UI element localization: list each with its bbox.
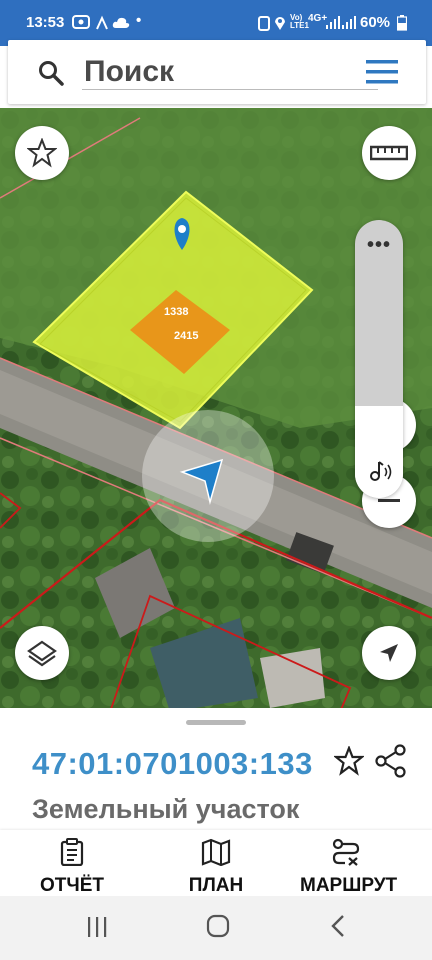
volume-slider[interactable]: •••	[355, 220, 403, 498]
search-icon[interactable]	[38, 60, 64, 91]
cadastral-number: 47:01:0701003:133	[32, 746, 313, 781]
system-nav-bar	[0, 896, 432, 960]
recent-apps-icon[interactable]	[86, 916, 108, 943]
sheet-drag-handle[interactable]	[186, 720, 246, 725]
battery-saver-icon	[258, 15, 270, 35]
plan-label: ПЛАН	[188, 875, 244, 896]
favorites-button[interactable]	[15, 126, 69, 180]
parcel-info-sheet[interactable]: 47:01:0701003:133 Земельный участок	[0, 708, 432, 832]
report-button[interactable]: ОТЧЁТ	[34, 838, 110, 897]
star-outline-icon	[27, 138, 57, 168]
battery-icon	[396, 15, 408, 35]
search-bar: Поиск	[8, 40, 426, 104]
clipboard-icon	[60, 838, 84, 867]
layers-icon	[27, 640, 57, 667]
activity-icon	[94, 15, 110, 35]
ruler-icon	[370, 145, 408, 161]
home-icon[interactable]	[206, 914, 230, 943]
cloud-icon	[112, 15, 130, 33]
map-plan-icon	[201, 838, 231, 867]
battery-percent: 60%	[360, 14, 391, 31]
plan-button[interactable]: ПЛАН	[180, 838, 252, 897]
signal-roaming-icon	[342, 15, 356, 33]
ruler-button[interactable]	[362, 126, 416, 180]
screen-record-icon	[72, 15, 90, 33]
network-type: 4G+	[308, 13, 328, 24]
route-button[interactable]: МАРШРУТ	[300, 838, 398, 897]
app-root: 13:53 • Vo) LTE1 4G+ 60% Поиск 1338 2415…	[0, 0, 432, 960]
action-bar: ОТЧЁТ ПЛАН МАРШРУТ	[0, 830, 432, 896]
property-type: Земельный участок	[32, 794, 300, 824]
star-outline-icon[interactable]	[332, 744, 366, 781]
status-time: 13:53	[26, 14, 65, 31]
report-label: ОТЧЁТ	[39, 875, 105, 896]
route-icon	[332, 838, 360, 866]
back-icon[interactable]	[330, 914, 346, 943]
location-icon	[274, 15, 286, 35]
share-icon[interactable]	[374, 744, 408, 783]
route-label: МАРШРУТ	[300, 875, 398, 896]
more-dots-icon[interactable]: •••	[355, 234, 403, 257]
parcel-area-label: 2415	[174, 330, 199, 342]
notification-dot-icon: •	[136, 12, 142, 29]
parcel-number-label: 1338	[164, 306, 189, 318]
menu-icon[interactable]	[364, 58, 400, 86]
search-input[interactable]: Поиск	[82, 54, 378, 90]
signal-icon	[326, 15, 340, 33]
navigation-arrow-icon	[380, 644, 398, 662]
layers-button[interactable]	[15, 626, 69, 680]
satellite-map[interactable]: 1338 2415 + •••	[0, 108, 432, 712]
my-location-button[interactable]	[362, 626, 416, 680]
volume-music-icon[interactable]	[367, 457, 393, 488]
minus-icon	[378, 499, 400, 502]
